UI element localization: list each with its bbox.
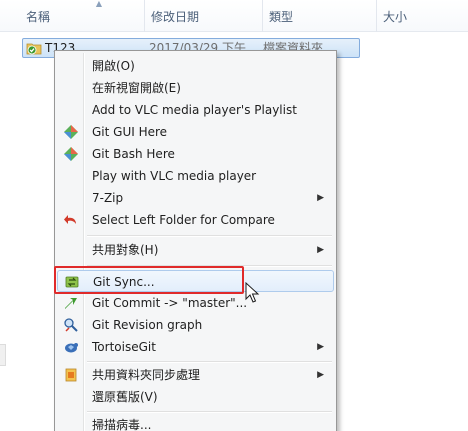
menu-item-label: Git Commit -> "master"... <box>92 296 248 310</box>
menu-item-label: Select Left Folder for Compare <box>92 213 275 227</box>
column-header-bar: 名稱 ▲ 修改日期 類型 大小 <box>0 0 468 32</box>
menu-item-7zip[interactable]: 7-Zip ▶ <box>57 187 334 209</box>
menu-item-select-left-folder[interactable]: Select Left Folder for Compare <box>57 209 334 231</box>
submenu-arrow-icon: ▶ <box>317 370 324 380</box>
menu-item-open[interactable]: 開啟(O) <box>57 55 334 77</box>
menu-item-git-revision-graph[interactable]: Git Revision graph <box>57 314 334 336</box>
column-header-type[interactable]: 類型 <box>262 0 376 32</box>
menu-item-git-bash[interactable]: Git Bash Here <box>57 143 334 165</box>
menu-item-label: 共用資料夾同步處理 <box>92 368 201 382</box>
menu-separator <box>87 411 332 413</box>
menu-item-label: Play with VLC media player <box>92 169 257 183</box>
git-diamond-icon <box>64 125 78 139</box>
menu-separator <box>87 361 332 363</box>
menu-item-label: Add to VLC media player's Playlist <box>92 103 297 117</box>
git-diamond-icon <box>64 147 78 161</box>
submenu-arrow-icon: ▶ <box>317 193 324 203</box>
menu-item-label: 還原舊版(V) <box>92 390 158 404</box>
menu-item-vlc-playlist[interactable]: Add to VLC media player's Playlist <box>57 99 334 121</box>
menu-item-label: 掃描病毒... <box>92 418 152 431</box>
submenu-arrow-icon: ▶ <box>317 342 324 352</box>
revision-graph-icon <box>64 318 78 332</box>
column-header-date[interactable]: 修改日期 <box>144 0 262 32</box>
scrollbar-stub[interactable] <box>0 344 6 366</box>
menu-item-label: Git Bash Here <box>92 147 175 161</box>
menu-item-git-gui[interactable]: Git GUI Here <box>57 121 334 143</box>
git-commit-icon <box>65 298 77 309</box>
menu-item-sync-shared-folder[interactable]: 共用資料夾同步處理 ▶ <box>57 364 334 386</box>
menu-item-vlc-play[interactable]: Play with VLC media player <box>57 165 334 187</box>
column-header-name[interactable]: 名稱 <box>20 0 144 32</box>
menu-item-share-with[interactable]: 共用對象(H) ▶ <box>57 239 334 261</box>
menu-item-label: 開啟(O) <box>92 59 135 73</box>
menu-item-label: TortoiseGit <box>92 340 156 354</box>
menu-item-restore-previous[interactable]: 還原舊版(V) <box>57 386 334 408</box>
menu-item-label: Git GUI Here <box>92 125 168 139</box>
folder-git-icon <box>26 43 42 55</box>
mouse-cursor-icon <box>245 282 260 303</box>
highlight-annotation-box <box>54 266 244 294</box>
context-menu: 開啟(O) 在新視窗開啟(E) Add to VLC media player'… <box>54 50 337 431</box>
sync-folder-icon <box>65 368 77 382</box>
menu-separator <box>87 235 332 237</box>
menu-item-git-commit[interactable]: Git Commit -> "master"... <box>57 292 334 314</box>
menu-item-tortoisegit[interactable]: TortoiseGit ▶ <box>57 336 334 358</box>
sort-up-icon: ▲ <box>95 0 103 8</box>
menu-item-label: Git Revision graph <box>92 318 203 332</box>
menu-item-label: 共用對象(H) <box>92 243 159 257</box>
undo-arrow-icon <box>64 215 76 224</box>
column-header-size[interactable]: 大小 <box>376 0 468 32</box>
submenu-arrow-icon: ▶ <box>317 245 324 255</box>
menu-item-label: 7-Zip <box>92 191 124 205</box>
menu-item-scan-virus[interactable]: 掃描病毒... <box>57 414 334 431</box>
menu-item-label: 在新視窗開啟(E) <box>92 81 181 95</box>
menu-item-open-new-window[interactable]: 在新視窗開啟(E) <box>57 77 334 99</box>
tortoisegit-icon <box>65 343 78 353</box>
